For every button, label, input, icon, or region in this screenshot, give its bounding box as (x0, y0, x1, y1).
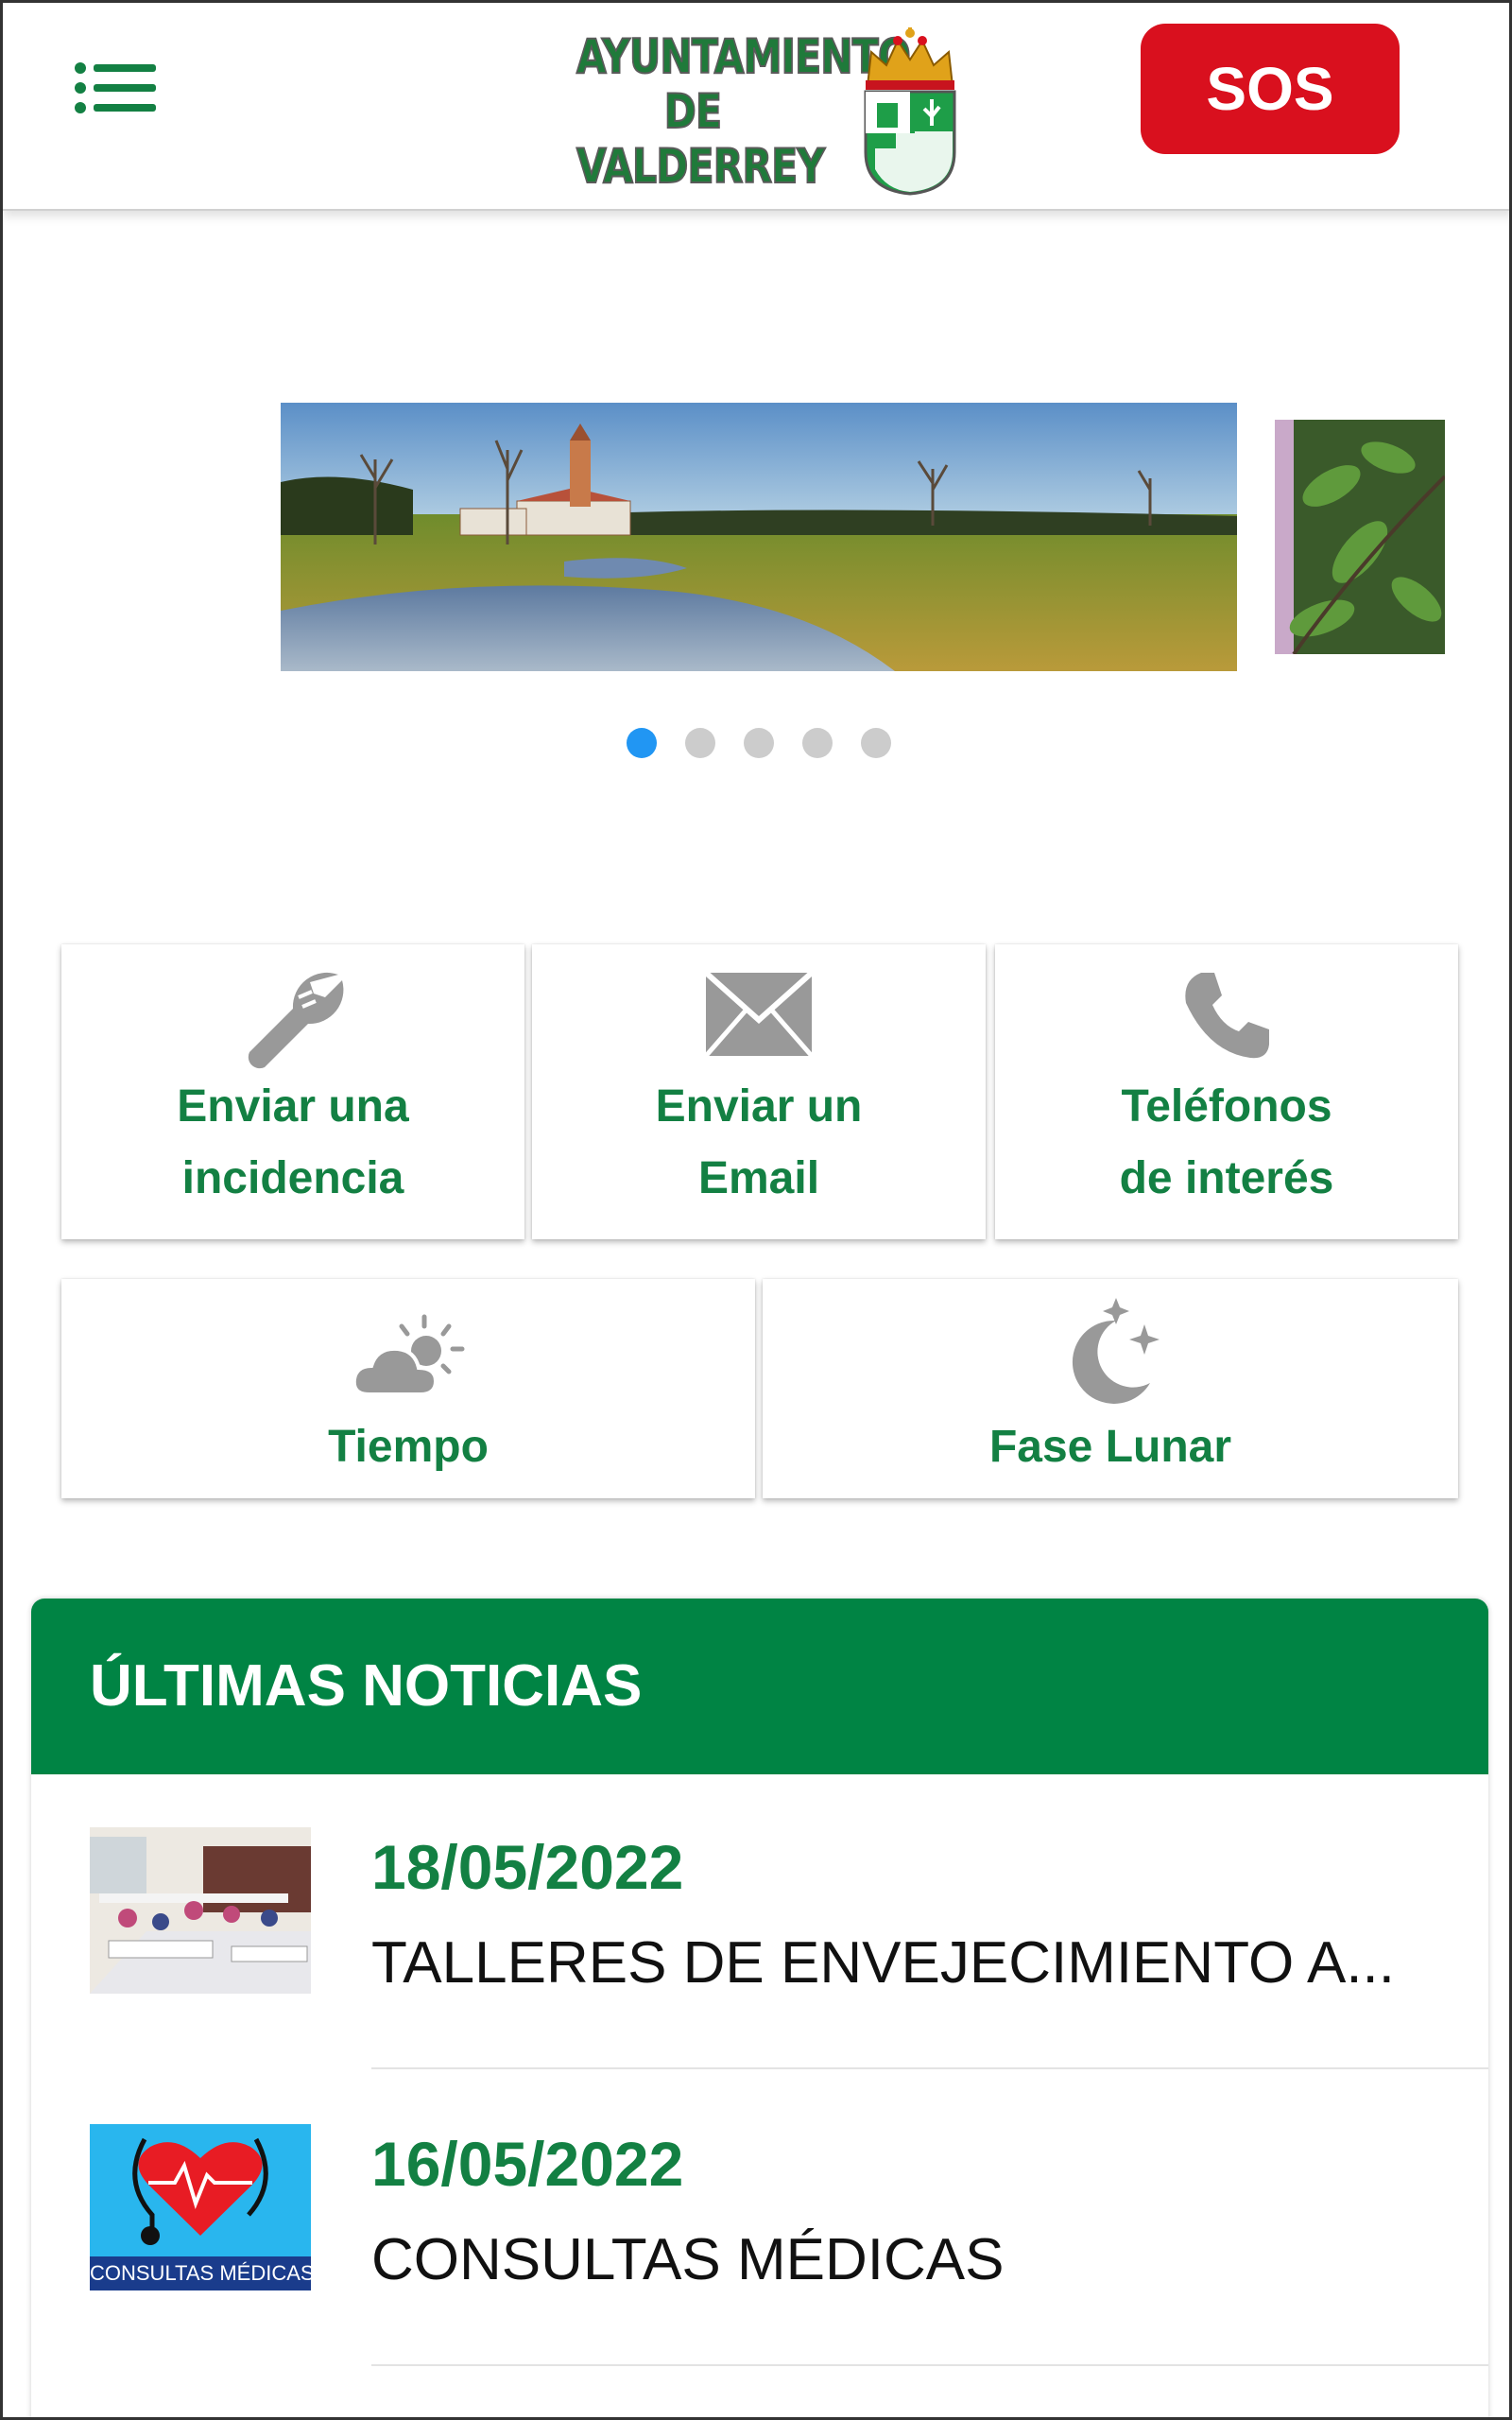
news-divider (371, 2364, 1488, 2366)
send-email-label-1: Enviar un (655, 1081, 863, 1132)
news-date-2: 16/05/2022 (371, 2129, 684, 2199)
news-date-1: 18/05/2022 (371, 1832, 684, 1902)
send-email-tile[interactable]: Enviar un Email (532, 944, 986, 1239)
list-menu-icon (75, 62, 156, 113)
send-incident-label-1: Enviar una (177, 1081, 409, 1132)
weather-label: Tiempo (328, 1422, 489, 1472)
phones-label-2: de interés (1119, 1153, 1334, 1203)
weather-icon (352, 1314, 465, 1396)
phones-tile[interactable]: Teléfonos de interés (995, 944, 1458, 1239)
logo-line-3: VALDERREY (576, 138, 826, 195)
moon-phase-label: Fase Lunar (988, 1422, 1232, 1472)
carousel-dot-2[interactable] (685, 728, 715, 758)
send-incident-tile[interactable]: Enviar una incidencia (61, 944, 524, 1239)
news-title: ÚLTIMAS NOTICIAS (90, 1653, 643, 1719)
envelope-icon (706, 973, 812, 1056)
carousel-dot-1[interactable] (627, 728, 657, 758)
image-carousel[interactable] (3, 211, 1509, 816)
news-headline-2: CONSULTAS MÉDICAS (371, 2227, 1005, 2292)
carousel-dot-5[interactable] (861, 728, 891, 758)
news-divider (371, 2067, 1488, 2069)
phone-icon (1185, 973, 1269, 1059)
app-screen: AYUNTAMIENTO DE VALDERREY SOS Enviar una… (0, 0, 1512, 2420)
medical-thumb-caption: CONSULTAS MÉDICAS (90, 2261, 311, 2285)
town-logo-text: AYUNTAMIENTO DE VALDERREY (576, 28, 911, 195)
wrench-icon (248, 972, 344, 1069)
phones-label-1: Teléfonos (1121, 1081, 1332, 1132)
news-item-1[interactable]: 18/05/2022 TALLERES DE ENVEJECIMIENTO A.… (31, 1774, 1488, 2069)
logo-line-2: DE (663, 83, 723, 140)
carousel-dot-4[interactable] (802, 728, 833, 758)
coat-of-arms-icon (864, 27, 956, 196)
carousel-slide-landscape[interactable] (281, 403, 1237, 671)
news-thumbnail-medical: CONSULTAS MÉDICAS (90, 2124, 311, 2290)
latest-news-panel: ÚLTIMAS NOTICIAS 18/05/2022 TALLERES DE … (31, 1599, 1488, 2417)
carousel-dot-3[interactable] (744, 728, 774, 758)
moon-phase-tile[interactable]: Fase Lunar (763, 1279, 1458, 1498)
send-incident-label-2: incidencia (181, 1153, 404, 1203)
weather-tile[interactable]: Tiempo (61, 1279, 755, 1498)
news-headline-1: TALLERES DE ENVEJECIMIENTO A... (371, 1930, 1396, 1996)
carousel-slide-next[interactable] (1275, 420, 1445, 654)
news-header: ÚLTIMAS NOTICIAS (31, 1599, 1488, 1774)
menu-button[interactable] (71, 60, 165, 135)
news-thumbnail-workshop (90, 1827, 311, 1994)
logo-line-1: AYUNTAMIENTO (576, 28, 911, 85)
news-item-2[interactable]: CONSULTAS MÉDICAS 16/05/2022 CONSULTAS M… (31, 2071, 1488, 2366)
app-header: AYUNTAMIENTO DE VALDERREY SOS (3, 3, 1509, 211)
moon-icon (1072, 1298, 1160, 1404)
send-email-label-2: Email (697, 1153, 820, 1203)
sos-button[interactable]: SOS (1141, 24, 1400, 154)
